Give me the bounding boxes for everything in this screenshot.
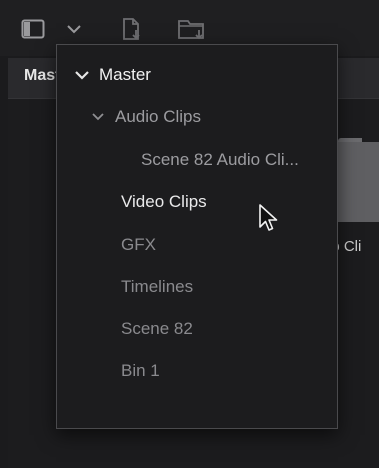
bin-list-dropdown: Master Audio Clips Scene 82 Audio Cli...… xyxy=(56,44,338,429)
chevron-down-icon xyxy=(75,71,89,80)
import-media-icon xyxy=(123,18,140,40)
bin-item-label: Scene 82 Audio Cli... xyxy=(141,150,299,169)
bin-item-scene-82[interactable]: Scene 82 xyxy=(57,310,379,348)
bin-list-dropdown-button[interactable] xyxy=(64,20,84,38)
bin-item-timelines[interactable]: Timelines xyxy=(57,268,379,306)
panel-toggle-button[interactable] xyxy=(20,18,46,40)
bin-item-gfx[interactable]: GFX xyxy=(57,226,379,264)
mouse-cursor-icon xyxy=(259,204,278,231)
bin-item-label: Bin 1 xyxy=(121,361,160,380)
bin-item-bin-1[interactable]: Bin 1 xyxy=(57,352,379,390)
bin-item-label: Master xyxy=(99,65,151,84)
bin-item-video-clips[interactable]: Video Clips xyxy=(57,183,379,221)
import-media-button[interactable] xyxy=(120,16,144,42)
chevron-down-icon xyxy=(92,113,104,121)
bin-item-label: Timelines xyxy=(121,277,194,296)
bin-item-label: Scene 82 xyxy=(121,319,193,338)
panel-toggle-icon xyxy=(21,19,45,39)
bin-item-label: GFX xyxy=(121,235,156,254)
bin-item-master[interactable]: Master xyxy=(57,56,353,94)
chevron-down-icon xyxy=(67,25,81,34)
bin-item-audio-clips[interactable]: Audio Clips xyxy=(57,98,369,136)
media-pool-window: Master eo Cli Master Audio Clips Scene 8… xyxy=(0,0,379,468)
bin-item-label: Video Clips xyxy=(121,192,207,211)
bin-item-scene-82-audio-clips[interactable]: Scene 82 Audio Cli... xyxy=(57,141,379,179)
import-folder-button[interactable] xyxy=(176,16,208,42)
bin-item-label: Audio Clips xyxy=(115,107,201,126)
import-folder-icon xyxy=(178,20,204,40)
